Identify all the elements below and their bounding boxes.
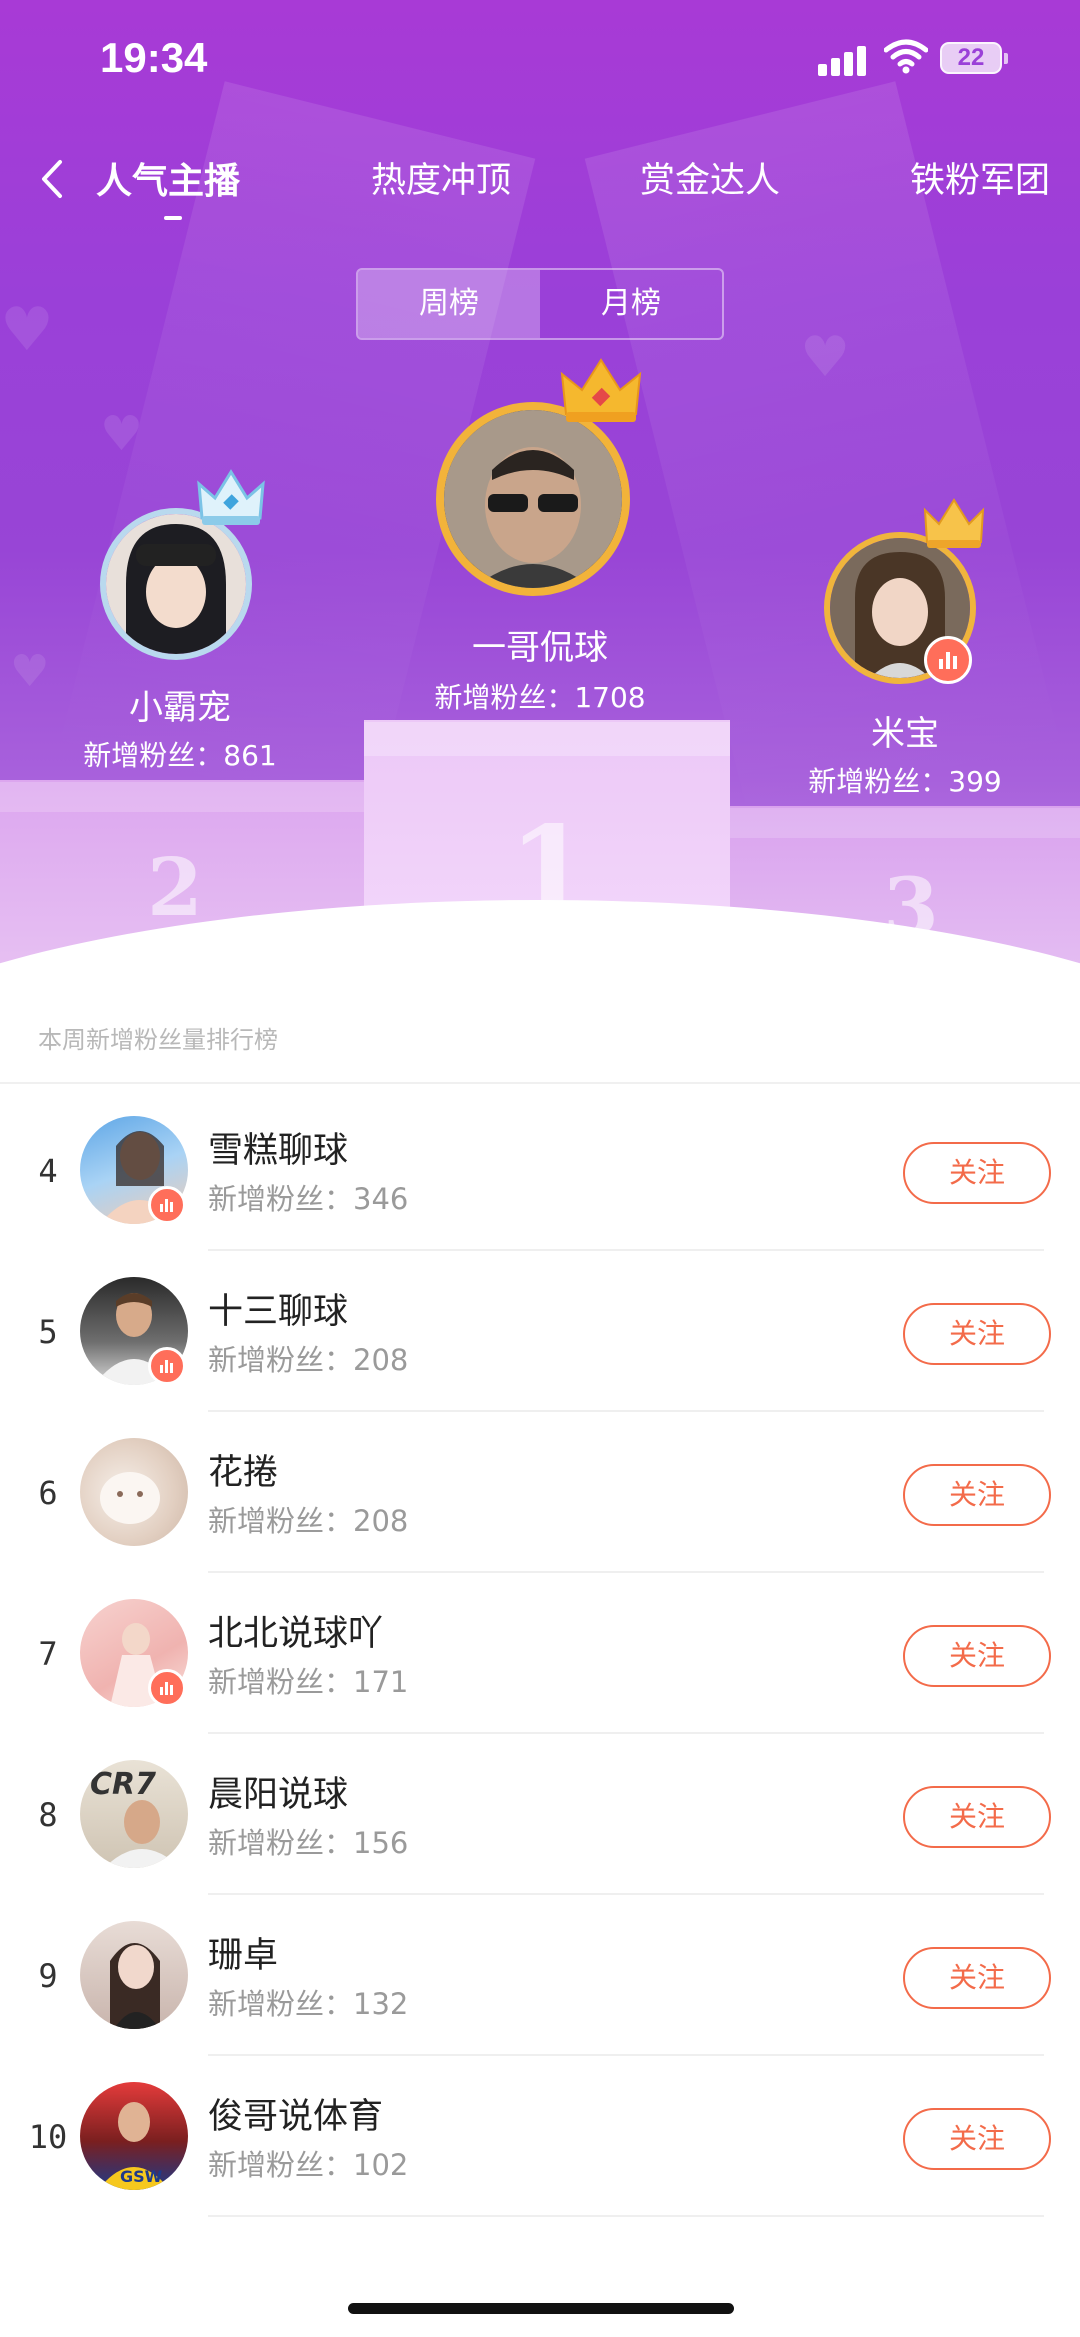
podium-number-2: 2 — [147, 840, 203, 934]
svg-text:GSW: GSW — [120, 2167, 163, 2186]
status-time: 19:34 — [100, 34, 208, 81]
rank-number: 4 — [38, 1152, 58, 1190]
rank-number: 10 — [28, 2118, 68, 2156]
svg-text:CR7: CR7 — [90, 1767, 156, 1802]
host-name: 雪糕聊球 — [208, 1131, 349, 1171]
ranking-row[interactable]: 10 GSW 俊哥说体育 新增粉丝：102 关注 — [0, 2056, 1080, 2217]
new-fans-count: 新增粉丝：208 — [208, 1504, 409, 1538]
podium-fans-3: 新增粉丝：399 — [808, 765, 1002, 798]
podium-top-2 — [0, 782, 370, 812]
avatar[interactable] — [80, 1438, 188, 1546]
follow-button[interactable]: 关注 — [903, 1142, 1051, 1204]
podium-top-3 — [712, 808, 1080, 838]
avatar[interactable]: GSW — [80, 2082, 188, 2190]
follow-button[interactable]: 关注 — [903, 1947, 1051, 2009]
app-screen: ♥ ♥ ♥ ♥ 19:34 22 人气主播 热度冲顶 赏金达人 铁粉军团 周榜 … — [0, 0, 1080, 2337]
live-badge-icon — [148, 1347, 186, 1385]
podium-name-1: 一哥侃球 — [472, 628, 608, 668]
battery-indicator: 22 — [940, 42, 1008, 74]
back-arrow-icon[interactable] — [34, 154, 74, 204]
avatar-image — [444, 410, 622, 588]
podium-fans-1: 新增粉丝：1708 — [434, 681, 646, 714]
row-divider — [208, 2215, 1044, 2217]
podium-top-1 — [364, 722, 730, 756]
status-bar: 19:34 22 — [0, 0, 1080, 120]
ranking-row[interactable]: 4 雪糕聊球 新增粉丝：346 关注 — [0, 1090, 1080, 1251]
avatar-rank-1[interactable] — [436, 402, 630, 596]
host-name: 北北说球吖 — [208, 1614, 384, 1654]
active-tab-indicator — [164, 216, 182, 220]
rank-number: 6 — [38, 1474, 58, 1512]
host-name: 俊哥说体育 — [208, 2097, 384, 2137]
weekly-option[interactable]: 周榜 — [358, 270, 540, 338]
host-name: 十三聊球 — [208, 1292, 349, 1332]
monthly-option[interactable]: 月榜 — [540, 270, 722, 338]
wifi-icon — [884, 39, 928, 74]
tab-hot-top[interactable]: 热度冲顶 — [371, 152, 511, 203]
rank-number: 8 — [38, 1796, 58, 1834]
follow-button[interactable]: 关注 — [903, 1464, 1051, 1526]
silver-crown-icon — [197, 469, 265, 525]
live-badge-icon — [924, 636, 972, 684]
live-badge-icon — [148, 1669, 186, 1707]
rank-number: 9 — [38, 1957, 58, 1995]
period-toggle: 周榜 月榜 — [356, 268, 724, 340]
new-fans-count: 新增粉丝：171 — [208, 1665, 409, 1699]
follow-button[interactable]: 关注 — [903, 1625, 1051, 1687]
heart-decoration-icon: ♥ — [10, 646, 50, 697]
host-name: 花捲 — [208, 1453, 279, 1493]
new-fans-count: 新增粉丝：132 — [208, 1987, 409, 2021]
ranking-row[interactable]: 5 十三聊球 新增粉丝：208 关注 — [0, 1251, 1080, 1412]
ranking-row[interactable]: 8 CR7 晨阳说球 新增粉丝：156 关注 — [0, 1734, 1080, 1895]
avatar-rank-2[interactable] — [100, 508, 252, 660]
divider — [0, 1082, 1080, 1084]
ranking-row[interactable]: 7 北北说球吖 新增粉丝：171 关注 — [0, 1573, 1080, 1734]
follow-button[interactable]: 关注 — [903, 1786, 1051, 1848]
gold-crown-icon — [923, 498, 985, 548]
cellular-signal-icon — [818, 42, 872, 76]
leaderboard-hero: ♥ ♥ ♥ ♥ 19:34 22 人气主播 热度冲顶 赏金达人 铁粉军团 周榜 … — [0, 0, 1080, 1000]
heart-decoration-icon: ♥ — [0, 295, 54, 365]
new-fans-count: 新增粉丝：156 — [208, 1826, 409, 1860]
ranking-row[interactable]: 6 花捲 新增粉丝：208 关注 — [0, 1412, 1080, 1573]
heart-decoration-icon: ♥ — [100, 406, 144, 462]
avatar-image — [106, 514, 246, 654]
podium-name-3: 米宝 — [871, 714, 939, 754]
heart-decoration-icon: ♥ — [800, 325, 851, 390]
host-name: 珊卓 — [208, 1936, 279, 1976]
host-name: 晨阳说球 — [208, 1775, 349, 1815]
new-fans-count: 新增粉丝：346 — [208, 1182, 409, 1216]
rank-number: 7 — [38, 1635, 58, 1673]
home-indicator[interactable] — [348, 2303, 734, 2314]
new-fans-count: 新增粉丝：102 — [208, 2148, 409, 2182]
follow-button[interactable]: 关注 — [903, 2108, 1051, 2170]
gold-crown-icon — [560, 358, 642, 422]
tab-popular-host[interactable]: 人气主播 — [96, 152, 240, 204]
top-navigation: 人气主播 热度冲顶 赏金达人 铁粉军团 — [0, 140, 1080, 220]
tab-iron-fans[interactable]: 铁粉军团 — [910, 152, 1050, 203]
follow-button[interactable]: 关注 — [903, 1303, 1051, 1365]
avatar[interactable]: CR7 — [80, 1760, 188, 1868]
avatar[interactable] — [80, 1921, 188, 2029]
ranking-row[interactable]: 9 珊卓 新增粉丝：132 关注 — [0, 1895, 1080, 2056]
tab-bounty-expert[interactable]: 赏金达人 — [640, 152, 780, 203]
podium-name-2: 小霸宠 — [129, 688, 231, 728]
list-section-title: 本周新增粉丝量排行榜 — [38, 1026, 278, 1054]
new-fans-count: 新增粉丝：208 — [208, 1343, 409, 1377]
live-badge-icon — [148, 1186, 186, 1224]
rank-number: 5 — [38, 1313, 58, 1351]
podium-fans-2: 新增粉丝：861 — [83, 739, 277, 772]
